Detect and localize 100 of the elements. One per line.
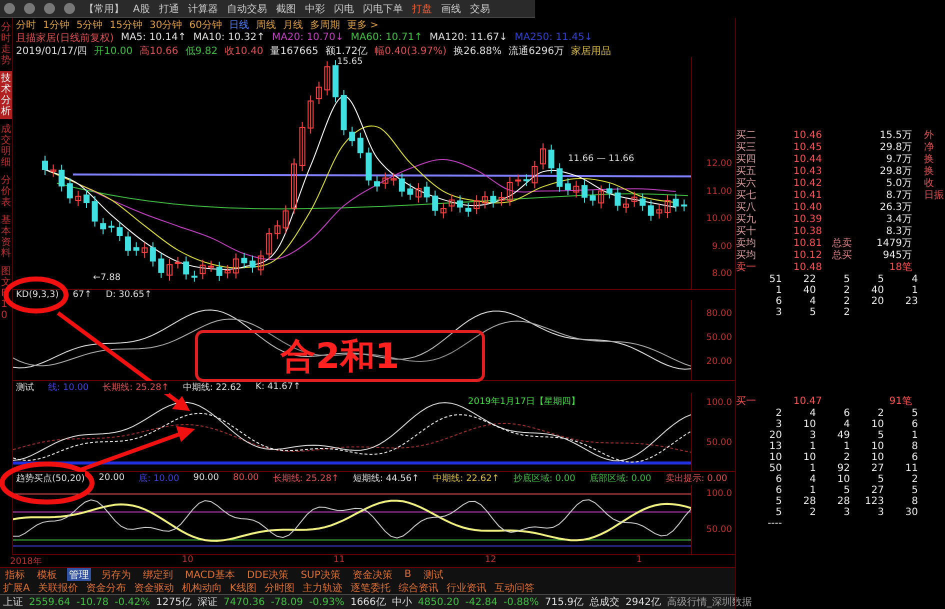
function-tab[interactable]: 扩展A [3,580,30,594]
indicator-tab[interactable]: SUP决策 [298,568,342,582]
queue-value: 40 [802,285,816,296]
indicator-tab[interactable]: 模板 [35,568,59,582]
indicator-tab[interactable]: MACD基本 [183,568,237,582]
queue-value: 3 [774,307,782,318]
menu-item[interactable]: 截图 [276,2,296,16]
candlestick [191,270,198,282]
candlestick [490,190,496,208]
function-tab[interactable]: 分时图 [264,580,294,594]
candlestick [125,231,131,256]
level-price: 10.39 [792,214,822,226]
candlestick [598,184,604,209]
candlestick [224,264,231,279]
menu-item[interactable]: 【常用】 [84,2,124,16]
candlestick [66,178,73,204]
ma-value: MA250: 11.45↓ [514,32,593,43]
level-price: 10.47 [792,396,822,408]
indicator-value: 卖出提示: 0.00 [665,472,728,484]
candlestick [474,194,480,215]
side-tab[interactable]: 成交明细 [0,122,12,170]
level-volume: 29.8万 [878,166,912,178]
axis-label: 9.00 [712,240,732,252]
function-tab[interactable]: 综合资讯 [398,580,438,594]
menu-item[interactable]: A股 [133,2,150,16]
queue-value: 40 [870,285,884,296]
queue-value: 1 [808,441,816,452]
candlestick [266,228,272,260]
side-tab[interactable]: 分价表 [0,173,12,210]
queue-value: 20 [768,430,782,441]
period-tab[interactable]: 周线 [256,18,276,32]
side-tab[interactable]: 基本资料 [0,213,12,261]
menu-item[interactable]: 打盘 [412,2,432,16]
period-tab[interactable]: 60分钟 [189,18,222,32]
period-tab[interactable]: 分时 [16,18,36,32]
nav-circle-icon[interactable] [64,3,75,14]
indicator-tab[interactable]: 指标 [3,568,27,582]
candlestick [556,162,563,192]
period-tab[interactable]: 更多 > [346,18,379,32]
function-tab[interactable]: K线图 [230,580,256,594]
indicator-tab[interactable]: 另存为 [99,568,133,582]
indicator-tab[interactable]: DDE决策 [244,568,291,582]
nav-circle-icon[interactable] [44,3,55,14]
indicator-tab[interactable]: 管理 [67,568,91,582]
period-tab[interactable]: 30分钟 [149,18,182,32]
queue-value: 1 [842,441,850,452]
ma-value: MA120: 11.67↓ [429,32,508,43]
queue-value: 6 [910,452,918,463]
index-value: 总成交 [590,596,620,609]
menu-item[interactable]: 交易 [470,2,490,16]
menu-item[interactable]: 闪电下单 [362,2,403,16]
candlestick [42,155,48,176]
candlestick [681,199,688,212]
menu-item[interactable]: 画线 [440,2,461,16]
average-price: 10.12 [792,250,822,262]
date-axis-label: 2018年 [10,556,42,567]
menu-item[interactable]: 打通 [158,2,179,16]
candlestick [200,259,206,280]
axis-label: 100.0 [706,397,732,409]
index-value: 1275亿 [156,596,192,609]
period-tab[interactable]: 1分钟 [43,18,70,32]
level-volume: 91笔 [888,396,912,408]
line-price-label: 11.66 — 11.66 [568,154,634,164]
candlestick [250,255,256,274]
menu-item[interactable]: 计算器 [188,2,218,16]
candlestick [241,252,248,269]
index-value: -0.93% [309,596,344,608]
indicator-tab[interactable]: 资金决策 [350,568,394,582]
period-tab[interactable]: 多周期 [310,18,340,32]
function-tab[interactable]: 逐笔委托 [350,580,390,594]
nav-circle-icon[interactable] [24,3,35,14]
indicator-tab[interactable]: 绑定到 [141,568,175,582]
function-tab[interactable]: 关联报价 [38,580,78,594]
period-tab[interactable]: 月线 [282,18,303,32]
indicator-tab[interactable]: 测试 [421,568,446,582]
queue-value: 23 [904,296,918,307]
function-tab[interactable]: 资金分布 [86,580,126,594]
indicator-tab[interactable]: B [402,569,414,580]
menu-item[interactable]: 中彩 [304,2,325,16]
period-tab[interactable]: 15分钟 [110,18,142,32]
quote-value: 幅0.40(3.97%) [374,44,446,58]
quote-value: 收10.40 [224,44,264,58]
side-tab[interactable]: 技术分析 [0,71,12,119]
candlestick [424,181,430,203]
menu-item[interactable]: 自动交易 [226,2,267,16]
function-tab[interactable]: 主力轨迹 [302,580,342,594]
period-tab[interactable]: 5分钟 [76,18,103,32]
queue-value: 3 [876,507,884,518]
queue-value: 5 [808,307,816,318]
function-tab[interactable]: 互动问答 [494,580,534,594]
nav-circle-icon[interactable] [4,3,15,14]
menu-item[interactable]: 闪电 [334,2,354,16]
function-tab[interactable]: 机构动向 [182,580,222,594]
candlestick [498,192,504,206]
function-tab[interactable]: 资金驱动 [134,580,174,594]
function-tab[interactable]: 行业资讯 [446,580,486,594]
queue-value: 5 [876,474,884,485]
side-tab[interactable]: 分时走势 [0,20,12,68]
candlestick [614,187,621,212]
period-tab[interactable]: 日线 [228,18,249,32]
